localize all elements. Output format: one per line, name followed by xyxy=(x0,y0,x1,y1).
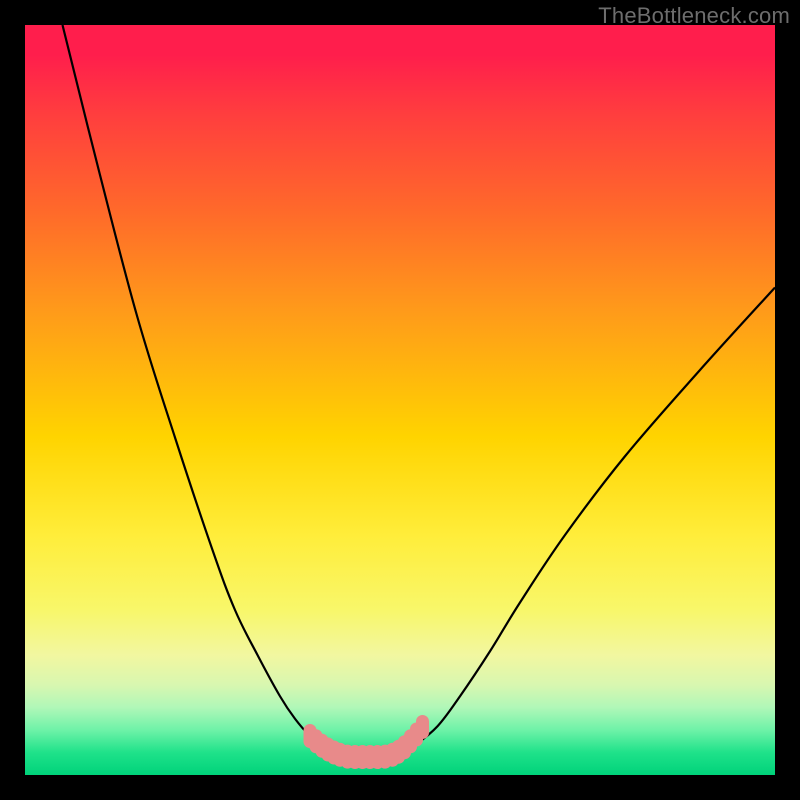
ideal-zone-markers xyxy=(304,715,430,769)
watermark-text: TheBottleneck.com xyxy=(598,3,790,29)
curve-right-branch xyxy=(385,288,775,758)
ideal-marker xyxy=(416,715,429,739)
chart-gradient-area xyxy=(25,25,775,775)
chart-svg xyxy=(25,25,775,775)
curve-left-branch xyxy=(63,25,348,757)
